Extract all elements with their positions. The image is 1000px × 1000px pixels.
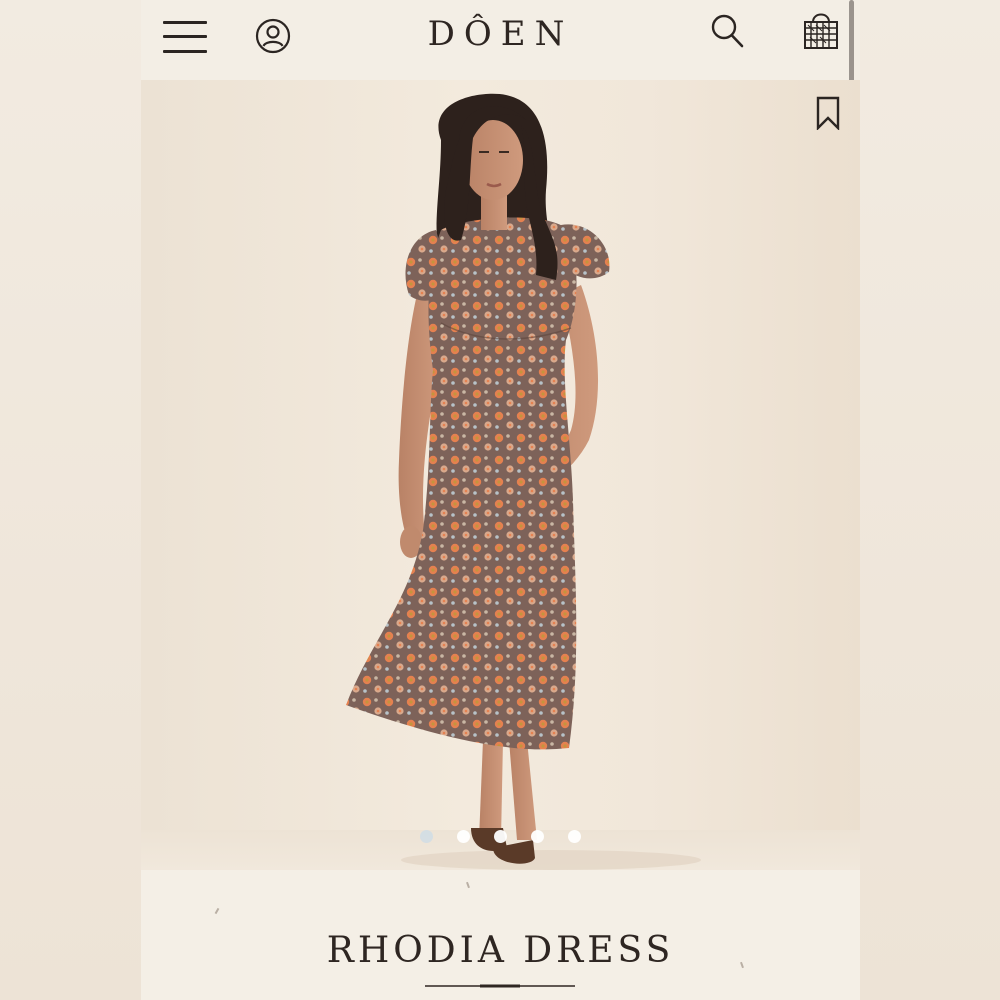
search-icon[interactable] — [711, 14, 745, 50]
carousel-dot-4[interactable] — [531, 830, 544, 843]
title-divider — [425, 984, 575, 988]
product-title-area: RHODIA DRESS — [141, 870, 860, 1000]
image-carousel-dots — [141, 830, 860, 843]
brand-logo[interactable]: DÔEN — [141, 14, 860, 54]
carousel-dot-1[interactable] — [420, 830, 433, 843]
product-title: RHODIA DRESS — [326, 930, 675, 971]
backdrop-left — [0, 0, 141, 1000]
carousel-dot-3[interactable] — [494, 830, 507, 843]
carousel-dot-2[interactable] — [457, 830, 470, 843]
site-header: DÔEN — [141, 0, 860, 178]
basket-icon[interactable] — [801, 8, 841, 52]
carousel-dot-5[interactable] — [568, 830, 581, 843]
backdrop-right — [860, 0, 1000, 1000]
model-in-dress-illustration — [346, 93, 701, 870]
bookmark-icon[interactable] — [815, 96, 841, 130]
product-image[interactable] — [141, 80, 860, 870]
mobile-page: DÔEN RHODIA DRESS — [141, 0, 860, 1000]
